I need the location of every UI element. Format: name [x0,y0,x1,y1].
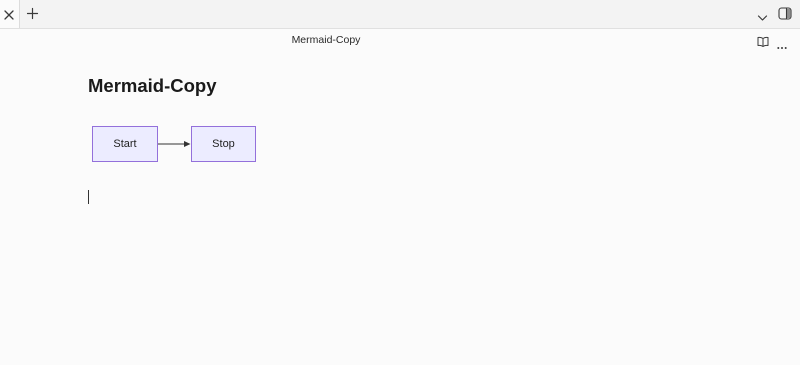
sidebar-toggle-icon[interactable] [778,7,792,20]
editor-area[interactable] [0,51,800,365]
note-title[interactable]: Mermaid-Copy [88,75,217,97]
plus-icon[interactable] [26,7,39,20]
view-header: Mermaid-Copy [0,29,800,51]
close-icon[interactable] [3,8,15,20]
chevron-down-icon[interactable] [757,9,768,21]
mermaid-diagram: Start Stop [92,126,258,164]
tab-bar [0,0,800,29]
text-cursor [88,190,89,204]
more-horizontal-icon[interactable] [777,37,787,49]
active-tab[interactable] [0,0,20,28]
diagram-node-stop: Stop [191,126,256,162]
book-open-icon[interactable] [757,34,769,47]
diagram-edge-arrow [158,141,191,147]
view-header-title[interactable]: Mermaid-Copy [0,34,652,46]
diagram-node-start: Start [92,126,158,162]
